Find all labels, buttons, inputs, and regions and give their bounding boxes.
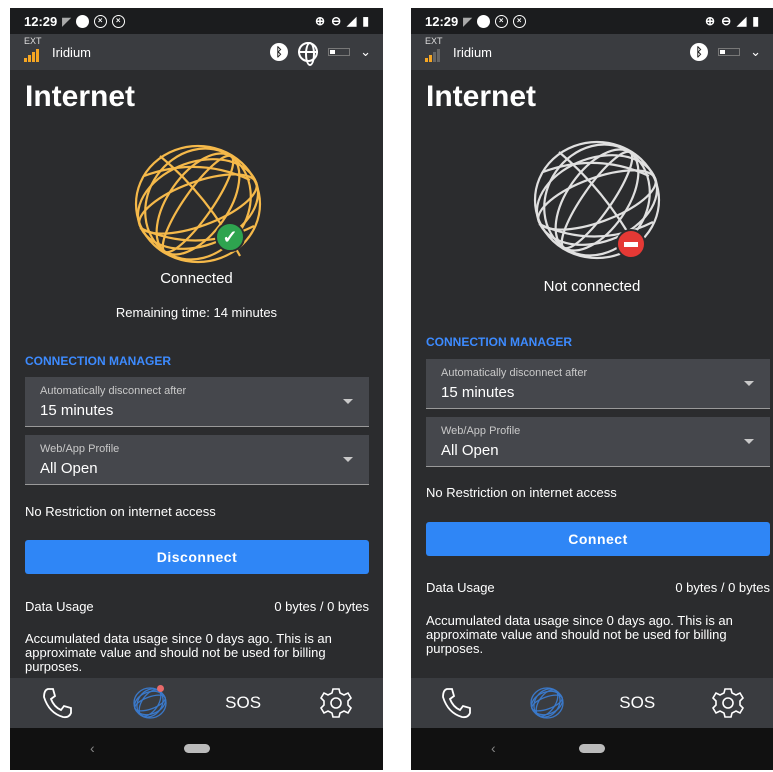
restriction-note: No Restriction on internet access — [25, 504, 216, 519]
auto-disconnect-dropdown[interactable]: Automatically disconnect after 15 minute… — [426, 359, 770, 409]
caret-down-icon — [343, 457, 353, 462]
gear-icon — [320, 688, 353, 718]
caret-down-icon — [343, 399, 353, 404]
clock: 12:29 — [425, 13, 459, 29]
do-not-disturb-icon: ⊖ — [331, 14, 342, 28]
auto-disconnect-dropdown[interactable]: Automatically disconnect after 15 minute… — [25, 377, 369, 427]
blocked-icon: × — [512, 14, 526, 28]
connection-status: Not connected — [543, 278, 641, 295]
section-title: CONNECTION MANAGER — [426, 335, 572, 349]
profile-dropdown[interactable]: Web/App Profile All Open — [426, 417, 770, 467]
data-usage-value: 0 bytes / 0 bytes — [675, 580, 770, 595]
nav-internet[interactable] — [517, 683, 577, 723]
home-button[interactable] — [183, 744, 210, 753]
bluetooth-icon: ᛒ — [690, 43, 709, 61]
check-icon: ✓ — [215, 222, 245, 252]
connection-bar: EXT Iridium ᛒ ⌄ — [411, 34, 773, 70]
wifi-icon: ◤ — [463, 15, 472, 28]
chevron-down-icon[interactable]: ⌄ — [750, 44, 761, 60]
dropdown-value: 15 minutes — [40, 402, 114, 419]
ext-label: EXT — [24, 36, 42, 46]
network-name: Iridium — [52, 45, 92, 60]
signal-icon: ◢ — [737, 14, 747, 28]
dropdown-value: All Open — [441, 442, 499, 459]
usage-disclaimer: Accumulated data usage since 0 days ago.… — [25, 631, 332, 674]
connect-button[interactable]: Connect — [426, 522, 770, 556]
nav-settings[interactable] — [306, 683, 366, 723]
dropdown-label: Automatically disconnect after — [441, 367, 588, 379]
back-icon[interactable]: ‹ — [491, 740, 496, 756]
home-button[interactable] — [579, 744, 605, 753]
notification-dot-icon — [75, 14, 89, 28]
data-usage-label: Data Usage — [426, 580, 495, 595]
blocked-icon: × — [494, 14, 508, 28]
remaining-time: Remaining time: 14 minutes — [115, 305, 278, 320]
section-title: CONNECTION MANAGER — [25, 354, 171, 368]
disconnect-button[interactable]: Disconnect — [25, 540, 369, 574]
data-usage-row: Data Usage 0 bytes / 0 bytes — [426, 580, 770, 595]
dropdown-value: 15 minutes — [441, 384, 515, 401]
phone-screen-connected: 12:29 ◤ × × ⊕ ⊖ ◢ ▮ EXT Iridium ᛒ ⌄ Inte… — [10, 8, 383, 770]
dropdown-label: Automatically disconnect after — [40, 385, 187, 397]
ext-label: EXT — [425, 36, 443, 46]
nav-sos[interactable]: SOS — [607, 683, 667, 723]
no-entry-icon — [616, 229, 646, 259]
chevron-down-icon[interactable]: ⌄ — [360, 44, 371, 60]
connection-status: Connected — [160, 270, 233, 287]
data-usage-row: Data Usage 0 bytes / 0 bytes — [25, 599, 369, 614]
nav-sos[interactable]: SOS — [213, 683, 273, 723]
page-title: Internet — [25, 80, 136, 113]
profile-dropdown[interactable]: Web/App Profile All Open — [25, 435, 369, 485]
notification-badge — [156, 685, 164, 692]
bottom-navigation: SOS — [10, 678, 383, 728]
usage-disclaimer: Accumulated data usage since 0 days ago.… — [426, 613, 733, 656]
dropdown-value: All Open — [40, 460, 98, 477]
phone-icon — [442, 688, 472, 719]
clock: 12:29 — [24, 13, 58, 29]
bottom-navigation: SOS — [411, 678, 773, 728]
data-saver-icon: ⊕ — [705, 14, 716, 28]
caret-down-icon — [744, 439, 754, 444]
dropdown-label: Web/App Profile — [40, 443, 120, 455]
phone-screen-not-connected: 12:29 ◤ × × ⊕ ⊖ ◢ ▮ EXT Iridium ᛒ ⌄ Inte… — [411, 8, 773, 770]
signal-icon: ◢ — [347, 14, 357, 28]
battery-icon: ▮ — [752, 14, 759, 28]
signal-strength-icon — [425, 49, 440, 62]
dropdown-label: Web/App Profile — [441, 425, 521, 437]
battery-icon: ▮ — [362, 14, 369, 28]
globe-icon — [530, 687, 564, 719]
status-bar: 12:29 ◤ × × ⊕ ⊖ ◢ ▮ — [10, 8, 383, 34]
data-usage-value: 0 bytes / 0 bytes — [274, 599, 369, 614]
do-not-disturb-icon: ⊖ — [721, 14, 732, 28]
notification-dot-icon — [476, 14, 490, 28]
network-name: Iridium — [453, 45, 493, 60]
data-saver-icon: ⊕ — [315, 14, 326, 28]
nav-internet[interactable] — [120, 683, 180, 723]
globe-connected-icon: ✓ — [130, 136, 270, 276]
nav-settings[interactable] — [698, 683, 758, 723]
bluetooth-icon: ᛒ — [270, 43, 289, 61]
restriction-note: No Restriction on internet access — [426, 485, 617, 500]
gear-icon — [711, 688, 744, 718]
wifi-icon: ◤ — [62, 15, 71, 28]
back-icon[interactable]: ‹ — [90, 740, 95, 756]
system-navigation-bar: ‹ — [10, 728, 383, 770]
device-battery-icon — [328, 48, 351, 56]
blocked-icon: × — [93, 14, 107, 28]
page-title: Internet — [426, 80, 537, 113]
system-navigation-bar: ‹ — [411, 728, 773, 770]
status-bar: 12:29 ◤ × × ⊕ ⊖ ◢ ▮ — [411, 8, 773, 34]
device-battery-icon — [718, 48, 741, 56]
internet-globe-icon — [298, 42, 319, 66]
phone-icon — [42, 688, 72, 719]
caret-down-icon — [744, 381, 754, 386]
signal-strength-icon — [24, 49, 39, 62]
connection-bar: EXT Iridium ᛒ ⌄ — [10, 34, 383, 70]
data-usage-label: Data Usage — [25, 599, 94, 614]
blocked-icon: × — [111, 14, 125, 28]
nav-phone[interactable] — [426, 683, 486, 723]
nav-phone[interactable] — [27, 683, 87, 723]
globe-disconnected-icon — [529, 132, 669, 272]
